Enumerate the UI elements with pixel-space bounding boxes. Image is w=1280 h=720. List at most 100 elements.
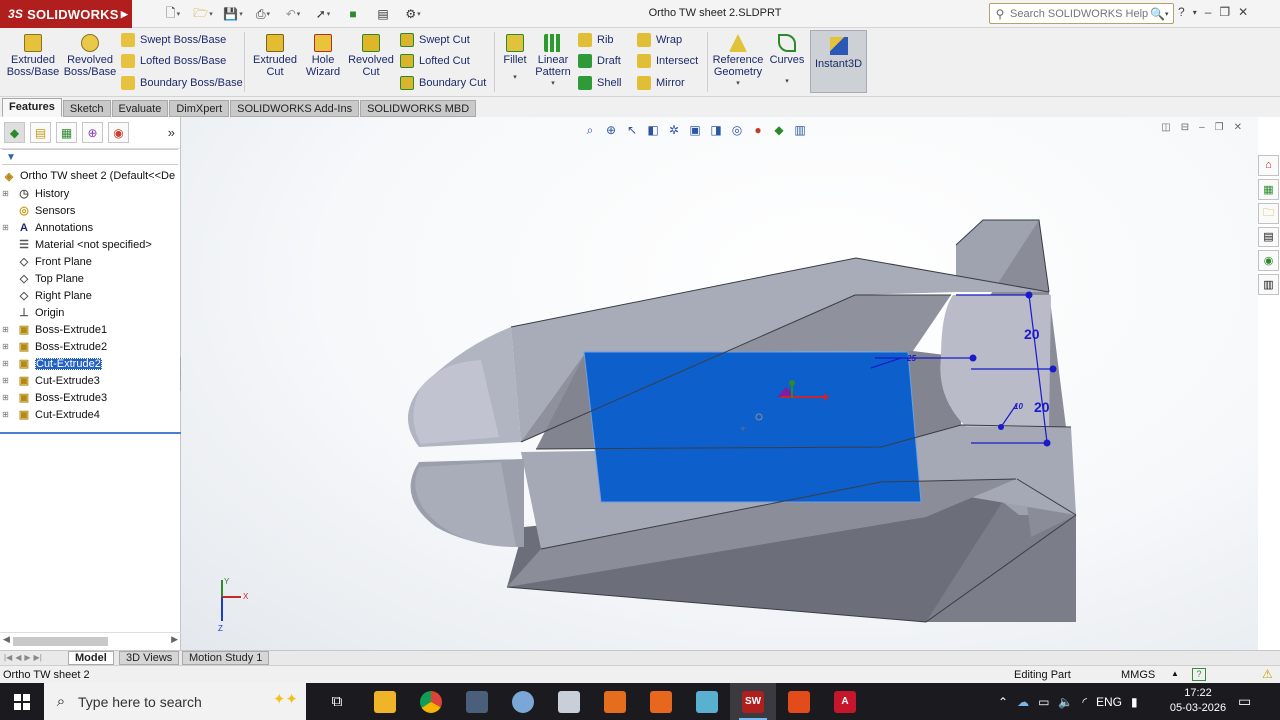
draft-button[interactable]: Draft [578, 51, 621, 71]
tree-horizontal-scrollbar[interactable]: ◀ ▶ [0, 632, 181, 648]
scroll-left-icon[interactable]: ◀ [3, 634, 10, 645]
tab-sketch[interactable]: Sketch [62, 100, 111, 117]
boundary-cut-button[interactable]: Boundary Cut [400, 73, 486, 93]
onedrive-icon[interactable]: ☁ [1017, 695, 1029, 709]
first-tab-icon[interactable]: |◀ [4, 653, 12, 662]
show-hidden-icons-icon[interactable]: ⌃ [998, 695, 1008, 709]
expand-icon[interactable]: ⊞ [0, 325, 11, 334]
tab-addins[interactable]: SOLIDWORKS Add-Ins [230, 100, 360, 117]
tree-root-part[interactable]: ◈ Ortho TW sheet 2 (Default<<De [0, 167, 181, 185]
curves-button[interactable]: Curves ▾ [765, 34, 809, 88]
revolved-boss-button[interactable]: Revolved Boss/Base [64, 34, 116, 78]
minimize-document-icon[interactable]: – [1199, 122, 1205, 133]
tree-filter[interactable]: ▼ [2, 149, 178, 165]
view-orientation-icon[interactable]: ▣ [686, 121, 704, 139]
expand-icon[interactable]: ⊞ [0, 342, 11, 351]
scroll-right-icon[interactable]: ▶ [171, 634, 178, 645]
tree-item[interactable]: ◎ Sensors [0, 202, 181, 219]
undo-icon[interactable]: ↶ ▾ [280, 4, 306, 24]
tree-item[interactable]: ⊞ ▣ Cut-Extrude4 [0, 406, 181, 423]
tree-item[interactable]: ⊞ ▣ Boss-Extrude3 [0, 389, 181, 406]
app-taskbar-button[interactable] [638, 683, 684, 720]
search-icon[interactable]: 🔍 [1150, 7, 1165, 21]
configuration-manager-tab-icon[interactable]: ▦ [56, 122, 77, 143]
taskbar-search-box[interactable]: ⌕ Type here to search ✦✦ [44, 683, 306, 720]
tree-item[interactable]: ⊞ ▣ Boss-Extrude2 [0, 338, 181, 355]
app-taskbar-button[interactable] [684, 683, 730, 720]
display-manager-tab-icon[interactable]: ◉ [108, 122, 129, 143]
quick-tips-icon[interactable]: ? [1192, 668, 1206, 681]
help-search-input[interactable] [1010, 7, 1148, 20]
graphics-area[interactable]: 20 20 25 10 + ⌕ ⊕ ↖ ◧ ✲ ▣ ◨ ◎ ● ◆ ▥ ◫ ⊟ … [181, 117, 1258, 650]
mirror-button[interactable]: Mirror [637, 73, 685, 93]
curves-dropdown-icon[interactable]: ▾ [785, 76, 789, 88]
prev-tab-icon[interactable]: ◀ [15, 653, 21, 662]
fillet-dropdown-icon[interactable]: ▾ [513, 72, 517, 84]
tab-features[interactable]: Features [2, 98, 62, 117]
solidworks-logo[interactable]: 3S SOLIDWORKS ▶ [0, 0, 132, 28]
section-view-icon[interactable]: ◧ [644, 121, 662, 139]
rebuild-indicator-icon[interactable]: ⚠ [1262, 667, 1273, 681]
instant3d-button[interactable]: Instant3D [810, 30, 867, 93]
zoom-to-fit-icon[interactable]: ⌕ [581, 121, 599, 139]
dimension-label[interactable]: 20 [1024, 326, 1040, 342]
expand-icon[interactable]: ⊞ [0, 223, 11, 232]
hole-wizard-button[interactable]: Hole Wizard [299, 34, 347, 78]
expand-icon[interactable]: ⊞ [0, 393, 11, 402]
language-indicator[interactable]: ENG [1096, 695, 1122, 709]
new-document-icon[interactable]: 🗋 ▾ [160, 4, 186, 24]
tree-item[interactable]: ⊞ ◷ History [0, 185, 181, 202]
appearances-icon[interactable]: ◉ [1258, 250, 1279, 272]
view-palette-icon[interactable]: ▤ [1258, 226, 1279, 248]
selected-face[interactable] [583, 351, 922, 503]
tree-item[interactable]: ◇ Right Plane [0, 287, 181, 304]
app-taskbar-button[interactable] [592, 683, 638, 720]
close-button[interactable]: ✕ [1238, 5, 1248, 19]
hide-show-items-icon[interactable]: ◎ [728, 121, 746, 139]
start-button[interactable] [0, 683, 44, 720]
network-icon[interactable]: ▭ [1038, 695, 1049, 709]
lofted-cut-button[interactable]: Lofted Cut [400, 51, 470, 71]
extruded-cut-button[interactable]: Extruded Cut [251, 34, 299, 78]
apply-scene-icon[interactable]: ◆ [770, 121, 788, 139]
help-dropdown-icon[interactable]: ▾ [1193, 8, 1197, 19]
property-manager-tab-icon[interactable]: ▤ [30, 122, 51, 143]
view-settings-icon[interactable]: ▥ [791, 121, 809, 139]
rib-button[interactable]: Rib [578, 30, 614, 50]
dynamic-annotation-icon[interactable]: ✲ [665, 121, 683, 139]
tab-dimxpert[interactable]: DimXpert [169, 100, 230, 117]
battery-icon[interactable]: ▮ [1131, 695, 1138, 709]
camera-taskbar-button[interactable] [454, 683, 500, 720]
boundary-boss-button[interactable]: Boundary Boss/Base [121, 73, 243, 93]
unit-system[interactable]: MMGS [1121, 669, 1155, 681]
swept-cut-button[interactable]: Swept Cut [400, 30, 470, 50]
rebuild-icon[interactable]: ■ [340, 4, 366, 24]
task-view-button[interactable]: ⧉ [314, 683, 360, 720]
system-clock[interactable]: 17:22 05-03-2026 [1168, 686, 1228, 716]
reference-geometry-dropdown-icon[interactable]: ▾ [736, 78, 740, 90]
open-folder-icon[interactable]: 🗁 ▾ [190, 4, 216, 24]
tree-item[interactable]: ⊞ ▣ Boss-Extrude1 [0, 321, 181, 338]
tree-item[interactable]: ⊞ A Annotations [0, 219, 181, 236]
dimension-label[interactable]: 25 [906, 354, 916, 363]
solidworks-resources-icon[interactable]: ⌂ [1258, 155, 1279, 176]
options-icon[interactable]: ⚙ ▾ [400, 4, 426, 24]
expand-icon[interactable]: ⊞ [0, 189, 11, 198]
menu-arrow-icon[interactable]: ▶ [121, 9, 128, 20]
linear-pattern-dropdown-icon[interactable]: ▾ [551, 78, 555, 90]
solidworks-taskbar-button[interactable]: SW [730, 683, 776, 720]
minimize-button[interactable]: – [1205, 5, 1212, 19]
split-view-horizontal-icon[interactable]: ⊟ [1181, 122, 1189, 133]
linear-pattern-button[interactable]: Linear Pattern ▾ [531, 34, 575, 90]
file-explorer-taskbar-button[interactable] [362, 683, 408, 720]
chrome-taskbar-button[interactable] [408, 683, 454, 720]
file-properties-icon[interactable]: ▤ [370, 4, 396, 24]
tab-model[interactable]: Model [68, 651, 114, 665]
scrollbar-thumb[interactable] [13, 637, 108, 646]
dimension-label[interactable]: 10 [1014, 402, 1023, 411]
search-dropdown-icon[interactable]: ▾ [1165, 10, 1169, 18]
lofted-boss-button[interactable]: Lofted Boss/Base [121, 51, 226, 71]
extruded-boss-button[interactable]: Extruded Boss/Base [7, 34, 59, 78]
notifications-icon[interactable]: ▭ [1238, 693, 1251, 710]
unit-system-arrow-icon[interactable]: ▲ [1171, 669, 1179, 678]
